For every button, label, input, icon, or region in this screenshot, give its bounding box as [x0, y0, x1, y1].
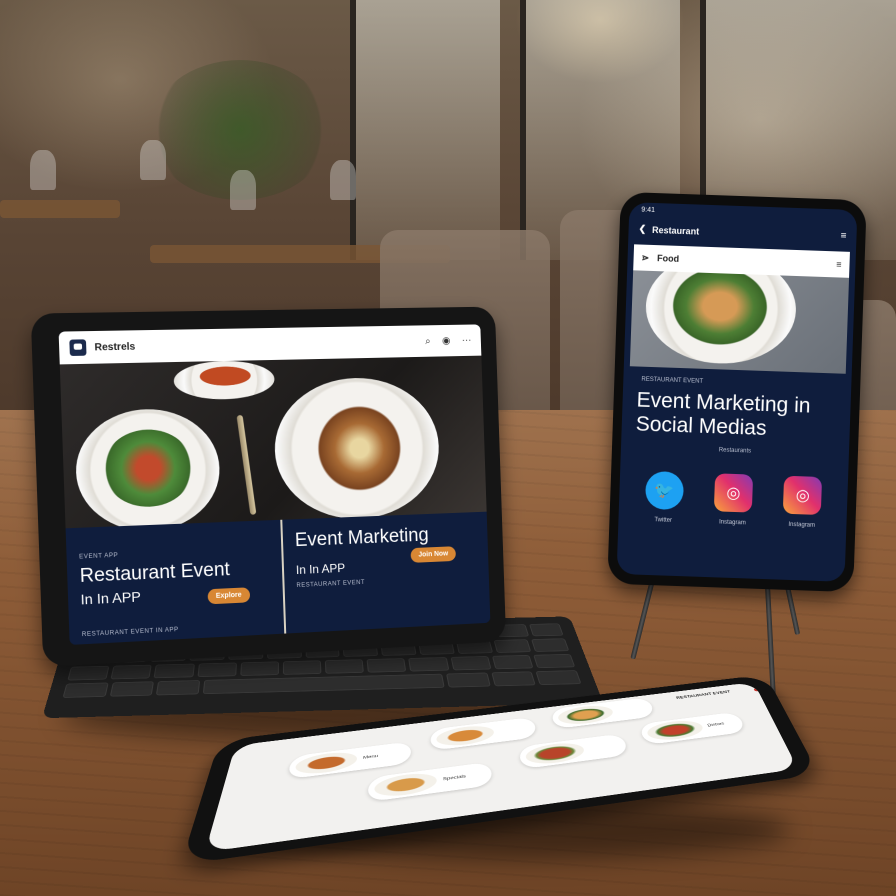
- menu-icon[interactable]: ≡: [840, 231, 846, 242]
- dish-card-label: Dishes: [707, 722, 725, 728]
- footer-label: RESTAURANT EVENT IN APP: [81, 627, 179, 639]
- promo-label: RESTAURANT EVENT: [296, 579, 366, 590]
- background-glass: [30, 150, 56, 190]
- phone-app-title: Restaurant: [651, 224, 700, 237]
- search-icon[interactable]: ⌕: [425, 336, 431, 347]
- social-links: 🐦 Twitter ◎ Instagram ◎ Instagram: [618, 450, 848, 530]
- join-button[interactable]: Join Now: [410, 546, 457, 563]
- phone-food-photo: [629, 270, 850, 374]
- promo-left: EVENT APP Restaurant Event In In APP Exp…: [66, 520, 285, 645]
- background-glass: [140, 140, 166, 180]
- explore-button[interactable]: Explore: [207, 587, 250, 605]
- promo-right: Event Marketing In In APP RESTAURANT EVE…: [280, 511, 491, 634]
- social-item: ◎ Instagram: [713, 473, 754, 527]
- app-logo-icon[interactable]: [69, 339, 87, 357]
- phone-bar-title: Food: [656, 253, 680, 264]
- dish-image: [293, 749, 358, 777]
- twitter-icon[interactable]: 🐦: [644, 470, 684, 511]
- social-item: 🐦 Twitter: [644, 470, 684, 524]
- dish-image: [373, 770, 437, 800]
- background-window: [350, 0, 500, 260]
- dish-card[interactable]: Specials: [367, 761, 493, 803]
- phone-screen: 9:41 ❮ Restaurant ≡ ⋗ Food ≡ RESTAURANT …: [616, 202, 858, 582]
- background-glass: [230, 170, 256, 210]
- tablet-food-photo: [59, 355, 487, 534]
- tablet-promo-panel: EVENT APP Restaurant Event In In APP Exp…: [65, 511, 491, 645]
- flat-top-label: RESTAURANT EVENT: [675, 690, 732, 701]
- social-label: Instagram: [718, 519, 746, 527]
- instagram-icon[interactable]: ◎: [783, 475, 823, 516]
- background-glass: [330, 160, 356, 200]
- background-table: [0, 200, 120, 218]
- phone-title: Event Marketing in Social Medias: [635, 388, 811, 441]
- notification-dot: [753, 687, 760, 692]
- dish-card[interactable]: [518, 733, 629, 770]
- back-icon[interactable]: ❮: [638, 223, 646, 234]
- fork: [236, 414, 257, 516]
- social-label: Instagram: [788, 521, 816, 529]
- dish-image: [644, 718, 706, 743]
- social-label: Twitter: [654, 517, 673, 524]
- dish-card-label: Specials: [442, 774, 467, 782]
- dish-card[interactable]: [430, 716, 537, 751]
- dish-card-label: Menu: [362, 754, 379, 761]
- social-item: ◎ Instagram: [783, 475, 823, 529]
- dish-card[interactable]: Dishes: [638, 711, 747, 746]
- menu-icon[interactable]: ≡: [836, 259, 842, 269]
- fish-icon: ⋗: [641, 252, 650, 263]
- more-icon[interactable]: ⋯: [462, 335, 472, 346]
- dish-image: [524, 740, 586, 767]
- dish-image: [436, 723, 495, 749]
- tablet-device: Restrels ⌕ ◉ ⋯ EVENT APP Restaurant Even…: [30, 306, 507, 667]
- profile-icon[interactable]: ◉: [442, 335, 451, 346]
- tablet-brand: Restrels: [94, 340, 136, 353]
- tablet-screen: Restrels ⌕ ◉ ⋯ EVENT APP Restaurant Even…: [58, 324, 491, 645]
- dish-card[interactable]: [550, 697, 656, 730]
- phone-device: 9:41 ❮ Restaurant ≡ ⋗ Food ≡ RESTAURANT …: [607, 191, 867, 593]
- instagram-icon[interactable]: ◎: [713, 473, 754, 513]
- dish-image: [556, 703, 615, 727]
